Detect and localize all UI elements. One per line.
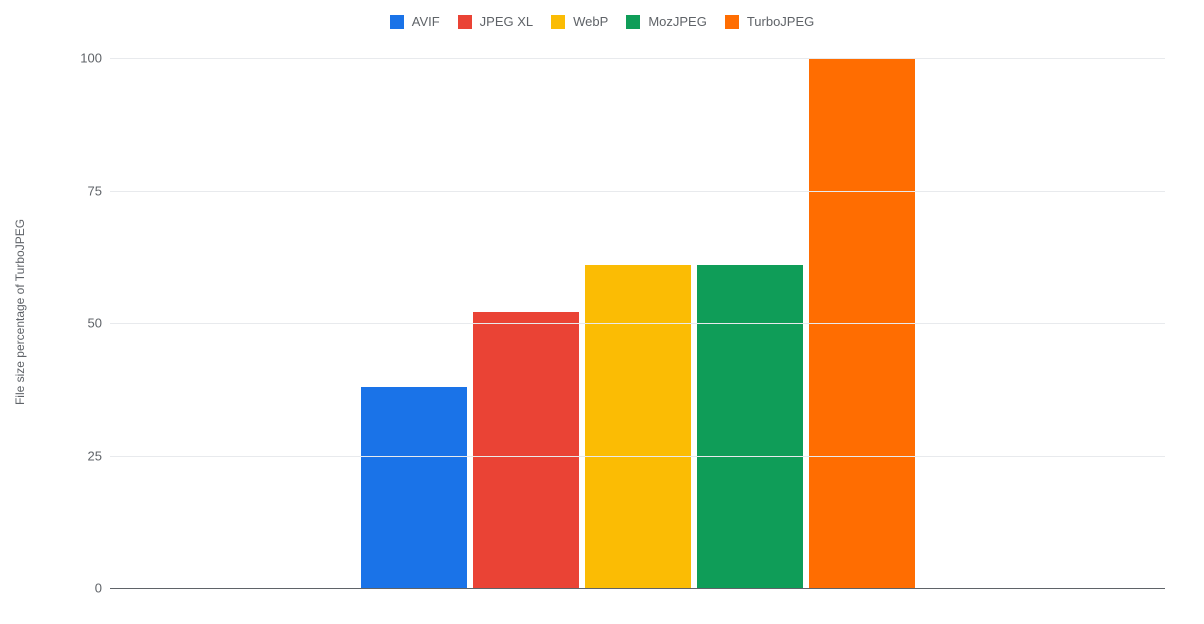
y-axis-label-text: File size percentage of TurboJPEG: [13, 219, 27, 405]
gridline: [110, 58, 1165, 59]
gridline: [110, 456, 1165, 457]
legend-label: TurboJPEG: [747, 14, 814, 29]
legend-item: MozJPEG: [626, 14, 707, 29]
legend-item: AVIF: [390, 14, 440, 29]
chart-container: AVIF JPEG XL WebP MozJPEG TurboJPEG File siz…: [0, 0, 1204, 624]
legend-label: MozJPEG: [648, 14, 707, 29]
x-axis-line: [110, 588, 1165, 589]
bar: [697, 265, 803, 588]
gridline: [110, 323, 1165, 324]
y-tick-label: 25: [88, 448, 110, 463]
legend-swatch: [551, 15, 565, 29]
legend-item: TurboJPEG: [725, 14, 814, 29]
y-tick-label: 0: [95, 581, 110, 596]
gridline: [110, 191, 1165, 192]
legend-label: JPEG XL: [480, 14, 533, 29]
bar: [585, 265, 691, 588]
legend-item: JPEG XL: [458, 14, 533, 29]
legend-label: WebP: [573, 14, 608, 29]
y-tick-label: 100: [80, 51, 110, 66]
legend: AVIF JPEG XL WebP MozJPEG TurboJPEG: [0, 14, 1204, 29]
legend-label: AVIF: [412, 14, 440, 29]
legend-swatch: [390, 15, 404, 29]
legend-swatch: [626, 15, 640, 29]
y-tick-label: 50: [88, 316, 110, 331]
y-axis-label: File size percentage of TurboJPEG: [0, 0, 40, 624]
legend-item: WebP: [551, 14, 608, 29]
bar: [473, 312, 579, 588]
bar: [361, 387, 467, 588]
y-tick-label: 75: [88, 183, 110, 198]
legend-swatch: [725, 15, 739, 29]
plot-area: 0255075100: [110, 58, 1165, 588]
legend-swatch: [458, 15, 472, 29]
